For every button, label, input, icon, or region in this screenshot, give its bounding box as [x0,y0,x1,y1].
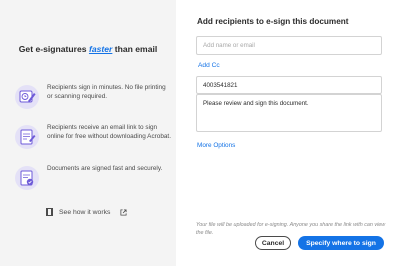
see-how-it-works-link[interactable]: See how it works [46,206,127,218]
feature-item: Recipients sign in minutes. No file prin… [14,84,174,120]
esign-dialog: Get e-signatures faster than email Recip… [0,0,400,266]
document-link-icon [15,125,39,149]
feature-item: Documents are signed fast and securely. [14,165,174,201]
more-options-link[interactable]: More Options [197,142,235,149]
headline-accent: faster [88,44,113,54]
add-cc-link[interactable]: Add Cc [198,62,220,69]
feature-text: Recipients receive an email link to sign… [47,124,171,140]
external-link-icon [120,208,127,216]
secure-document-icon [15,166,39,190]
promo-headline: Get e-signatures faster than email [0,44,176,54]
clock-pen-icon [15,85,39,109]
feature-text: Documents are signed fast and securely. [47,165,163,172]
feature-item: Recipients receive an email link to sign… [14,124,174,160]
dialog-title: Add recipients to e-sign this document [197,17,349,26]
phone-number-field[interactable] [196,76,382,94]
specify-where-to-sign-button[interactable]: Specify where to sign [298,236,384,250]
recipients-panel: Add recipients to e-sign this document A… [176,0,400,266]
cancel-button[interactable]: Cancel [255,236,291,250]
video-icon [46,208,53,216]
recipient-email-input[interactable] [196,36,382,55]
promo-panel: Get e-signatures faster than email Recip… [0,0,176,266]
headline-text-end: than email [112,44,158,54]
message-textarea[interactable]: Please review and sign this document. [196,94,382,132]
see-how-label: See how it works [59,208,111,216]
headline-text-start: Get e-signatures [18,44,89,54]
upload-disclaimer: Your file will be uploaded for e-signing… [196,222,386,236]
feature-text: Recipients sign in minutes. No file prin… [47,84,166,100]
